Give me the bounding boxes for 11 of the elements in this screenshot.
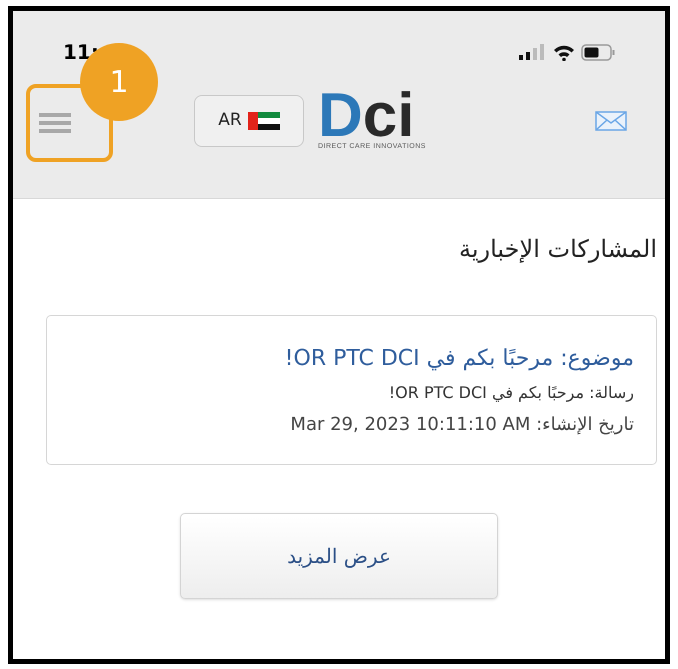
wifi-icon <box>553 44 575 60</box>
battery-icon <box>581 44 615 60</box>
post-message: رسالة: مرحبًا بكم في OR PTC DCI! <box>388 382 634 404</box>
mail-icon[interactable] <box>595 111 627 131</box>
post-subject-link[interactable]: موضوع: مرحبًا بكم في OR PTC DCI! <box>69 342 634 375</box>
signal-icon <box>519 44 547 60</box>
post-date: تاريخ الإنشاء: Mar 29, 2023 10:11:10 AM <box>289 413 634 437</box>
page-title: المشاركات الإخبارية <box>458 234 657 265</box>
flag-icon <box>248 112 280 130</box>
language-button[interactable]: AR <box>194 95 304 147</box>
show-more-button[interactable]: عرض المزيد <box>180 513 498 599</box>
